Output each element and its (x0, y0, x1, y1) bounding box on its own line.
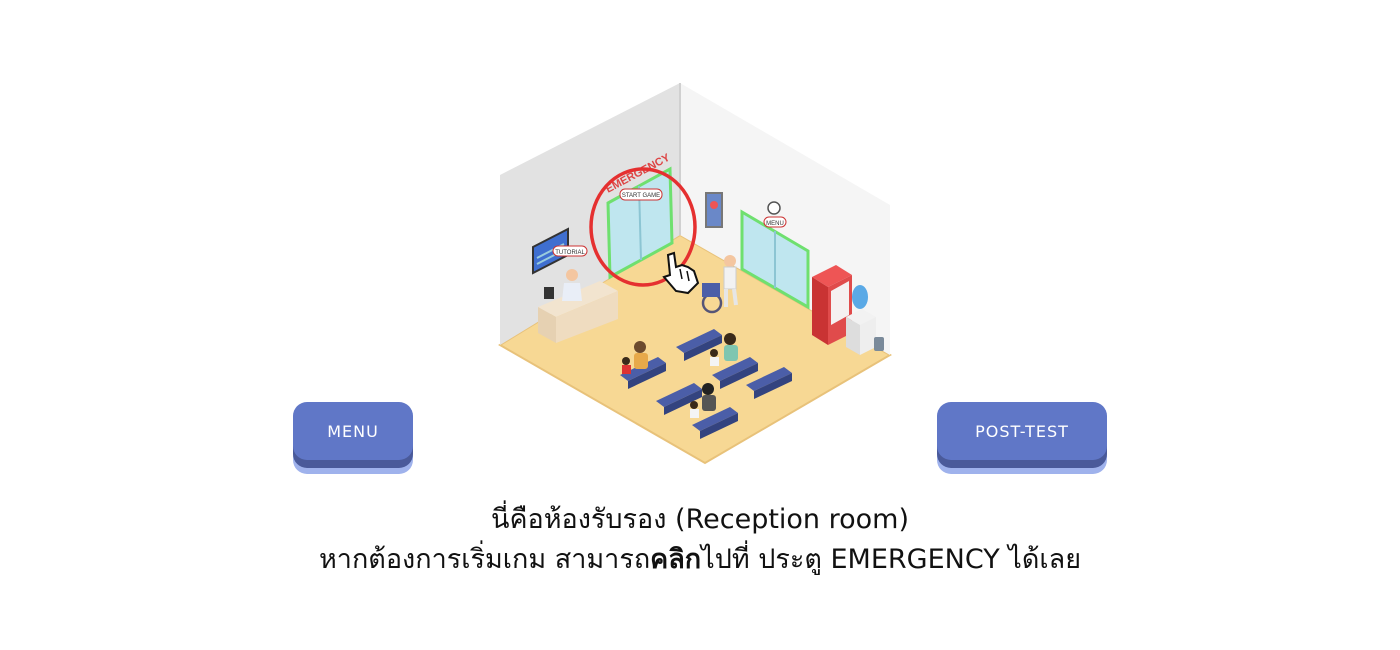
trash-bin (874, 337, 884, 351)
caption-line-2-pre: หากต้องการเริ่มเกม สามารถ (318, 544, 651, 575)
caption-click-word: คลิก (650, 544, 702, 575)
menu-door-tag: MENU (766, 221, 784, 227)
menu-button-label: MENU (327, 421, 379, 441)
post-test-button-label: POST-TEST (975, 421, 1069, 441)
start-game-tag: START GAME (622, 193, 660, 199)
tutorial-tag: TUTORIAL (555, 250, 585, 256)
caption-line-2: หากต้องการเริ่มเกม สามารถคลิกไปที่ ประตู… (0, 540, 1400, 580)
wall-poster (705, 192, 723, 228)
instruction-caption: นี่คือห้องรับรอง (Reception room) หากต้อ… (0, 500, 1400, 580)
clock-icon (767, 201, 781, 215)
reception-room-scene: EMERGENCY START GAME MENU TUTORIAL (490, 75, 910, 470)
caption-line-1: นี่คือห้องรับรอง (Reception room) (490, 504, 910, 535)
menu-button[interactable]: MENU (293, 402, 413, 460)
caption-line-2-post: ไปที่ ประตู EMERGENCY ได้เลย (701, 544, 1082, 575)
post-test-button[interactable]: POST-TEST (937, 402, 1107, 460)
